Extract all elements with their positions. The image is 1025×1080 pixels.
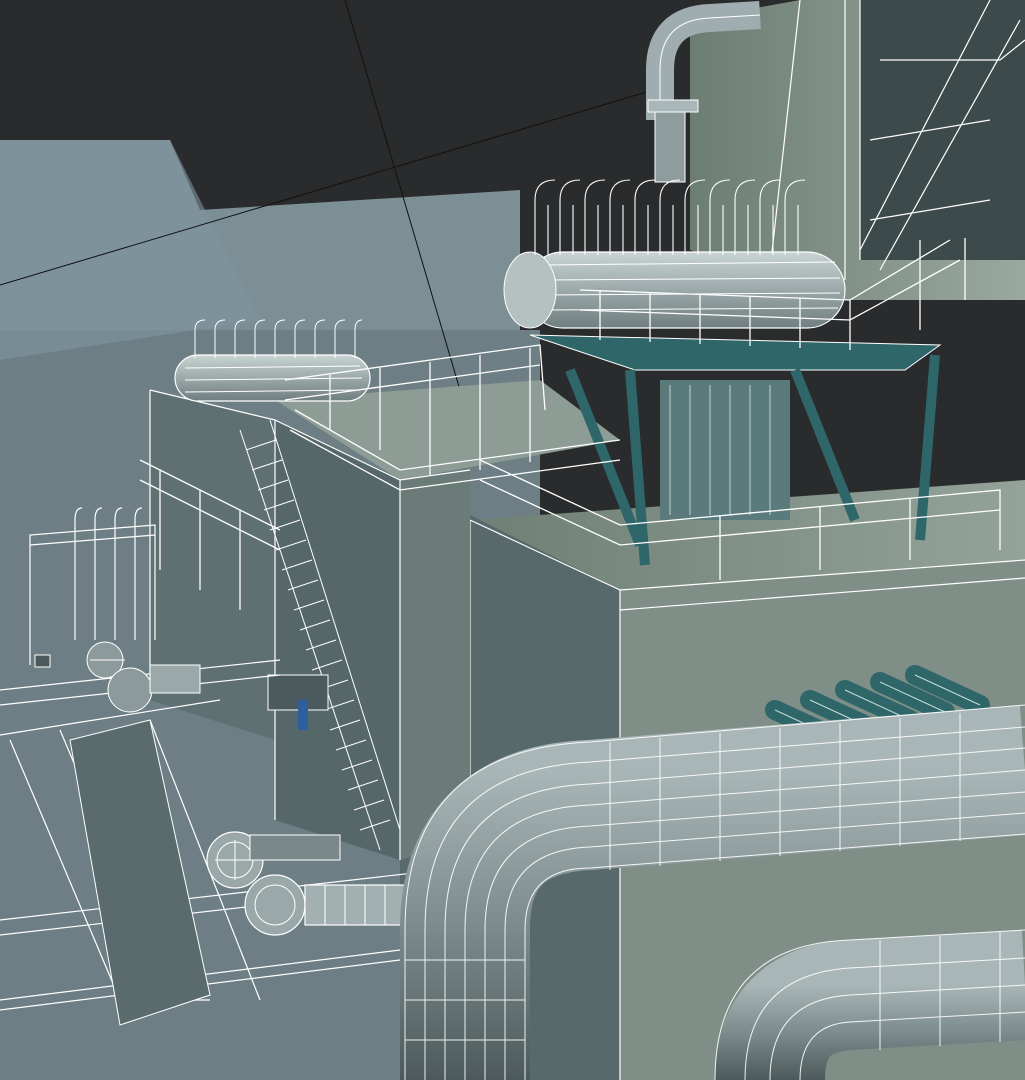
- scene-render[interactable]: [0, 0, 1025, 1080]
- blue-marker: [298, 700, 308, 730]
- 3d-viewport[interactable]: [0, 0, 1025, 1080]
